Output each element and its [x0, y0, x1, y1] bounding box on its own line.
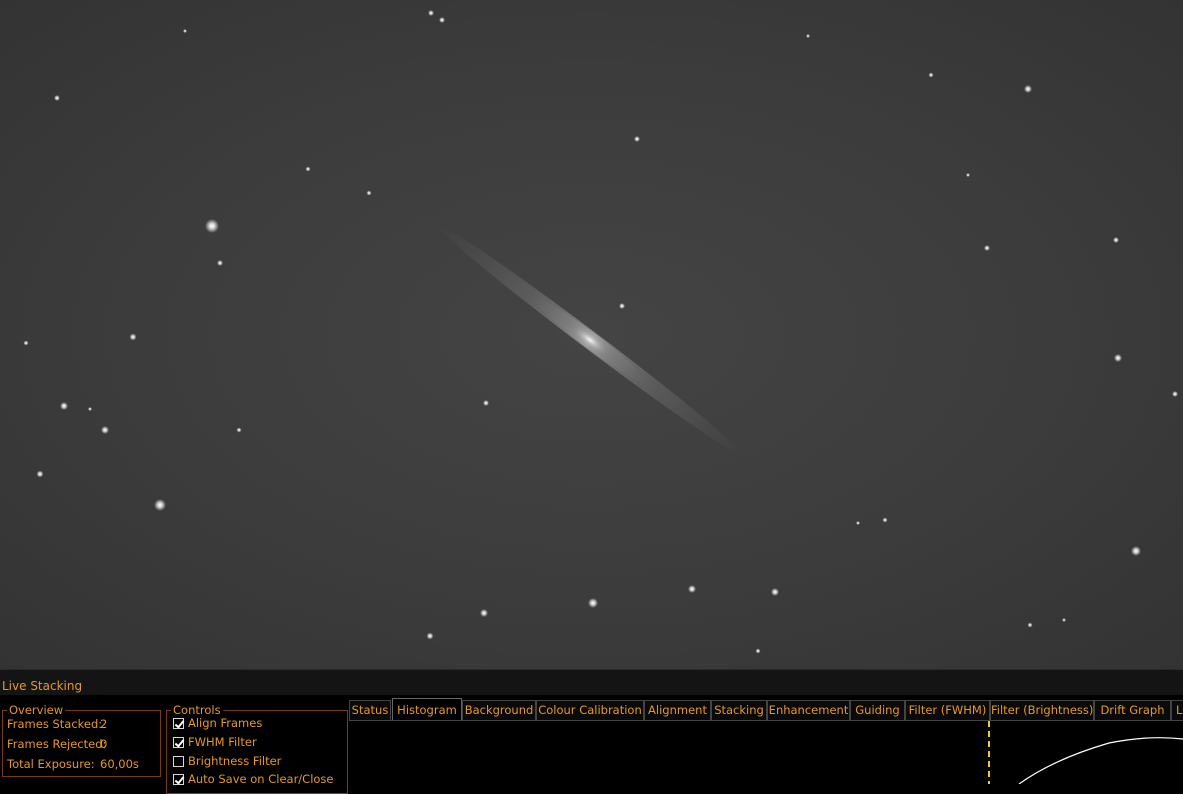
align-frames-label: Align Frames [188, 716, 263, 730]
tab-log[interactable]: Log [1171, 700, 1183, 720]
tab-stacking[interactable]: Stacking [711, 700, 767, 720]
tab-enhancement[interactable]: Enhancement [767, 700, 850, 720]
brightness-filter-label: Brightness Filter [188, 754, 282, 768]
tab-drift-graph[interactable]: Drift Graph [1094, 700, 1171, 720]
brightness-filter-checkbox[interactable]: Brightness Filter [173, 754, 281, 768]
tab-filter-fwhm[interactable]: Filter (FWHM) [905, 700, 990, 720]
overview-legend: Overview [9, 703, 64, 717]
auto-save-checkbox[interactable]: Auto Save on Clear/Close [173, 772, 334, 786]
auto-save-check-icon[interactable] [173, 774, 184, 785]
total-exposure-value: 60,00s [100, 757, 139, 771]
fwhm-filter-check-icon[interactable] [173, 737, 184, 748]
tab-status[interactable]: Status [349, 700, 391, 720]
galaxy [438, 225, 742, 455]
total-exposure-row: Total Exposure: 60,00s [7, 757, 139, 771]
frames-stacked-label: Frames Stacked: [7, 717, 103, 731]
histogram-curve [1018, 737, 1183, 784]
tab-filter-brightness[interactable]: Filter (Brightness) [990, 700, 1094, 720]
fwhm-filter-label: FWHM Filter [188, 735, 257, 749]
panel-title: Live Stacking [0, 670, 1183, 695]
auto-save-label: Auto Save on Clear/Close [188, 772, 334, 786]
controls-legend: Controls [173, 703, 221, 717]
tab-bar: Status Histogram Background Colour Calib… [349, 698, 1183, 720]
tab-alignment[interactable]: Alignment [644, 700, 711, 720]
align-frames-checkbox[interactable]: Align Frames [173, 716, 262, 730]
frames-rejected-label: Frames Rejected: [7, 737, 107, 751]
stars [23, 10, 1178, 654]
align-frames-check-icon[interactable] [173, 718, 184, 729]
frames-stacked-row: Frames Stacked: 2 [7, 717, 107, 731]
histogram-view[interactable] [349, 720, 1183, 784]
histogram-plot [988, 721, 1183, 784]
live-stacking-panel: Live Stacking Overview Frames Stacked: 2… [0, 669, 1183, 794]
fwhm-filter-checkbox[interactable]: FWHM Filter [173, 735, 257, 749]
live-stack-image[interactable] [0, 0, 1183, 669]
tab-histogram[interactable]: Histogram [392, 698, 462, 720]
total-exposure-label: Total Exposure: [7, 757, 95, 771]
tab-guiding[interactable]: Guiding [850, 700, 905, 720]
brightness-filter-check-icon[interactable] [173, 756, 184, 767]
tab-colour-calibration[interactable]: Colour Calibration [536, 700, 644, 720]
tab-background[interactable]: Background [462, 700, 536, 720]
frames-rejected-row: Frames Rejected: 0 [7, 737, 108, 751]
star-field [23, 10, 1178, 654]
frames-rejected-value: 0 [100, 737, 108, 751]
frames-stacked-value: 2 [100, 717, 108, 731]
